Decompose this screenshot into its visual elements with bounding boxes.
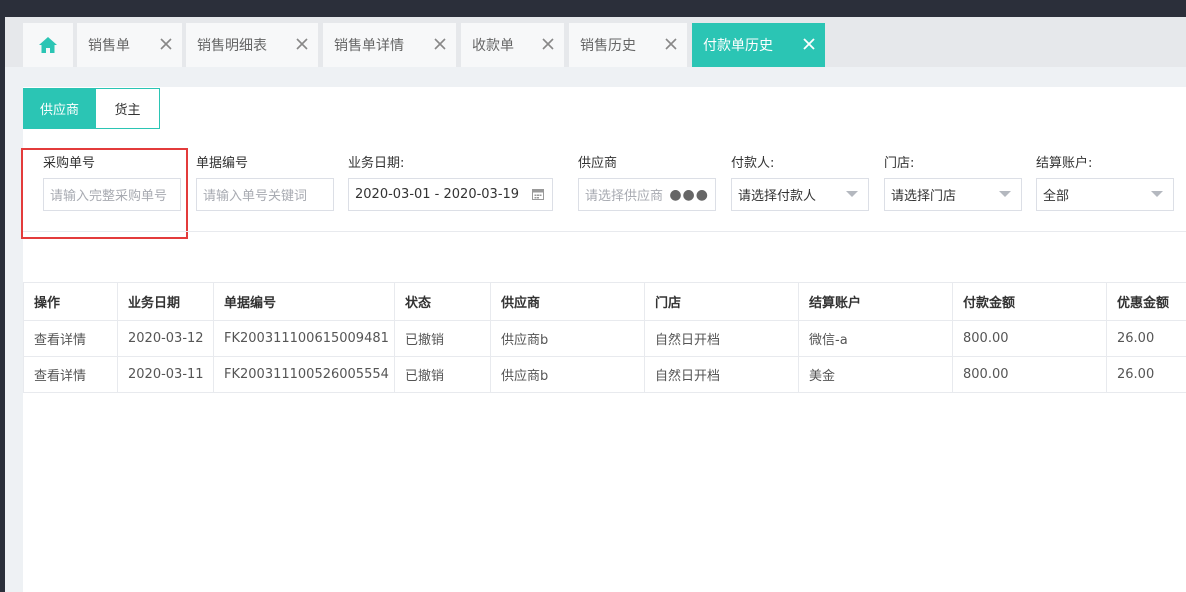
cell-pay-amount: 800.00 bbox=[952, 320, 1107, 357]
content-left-band bbox=[5, 87, 23, 592]
cell-store: 自然日开档 bbox=[644, 356, 799, 393]
more-icon[interactable]: ●●● bbox=[669, 187, 709, 203]
tab-label: 销售单详情 bbox=[334, 38, 404, 54]
tab-label: 销售历史 bbox=[580, 38, 636, 54]
col-account[interactable]: 结算账户 bbox=[798, 282, 953, 321]
col-action: 操作 bbox=[23, 282, 118, 321]
cell-discount: 26.00 bbox=[1106, 320, 1186, 357]
tab-sales-order-detail[interactable]: 销售单详情 bbox=[323, 23, 456, 67]
col-pay-amount[interactable]: 付款金额 bbox=[952, 282, 1107, 321]
tab-label: 付款单历史 bbox=[703, 38, 773, 54]
close-icon[interactable] bbox=[158, 36, 174, 52]
chevron-down-icon bbox=[1151, 191, 1163, 197]
tab-bar: 销售单 销售明细表 销售单详情 收款单 销售历史 付款单历史 bbox=[5, 17, 1186, 67]
col-biz-date[interactable]: 业务日期 bbox=[117, 282, 214, 321]
biz-date-value: 2020-03-01 - 2020-03-19 bbox=[355, 187, 520, 202]
segment-supplier[interactable]: 供应商 bbox=[23, 88, 96, 129]
close-icon[interactable] bbox=[294, 36, 310, 52]
view-detail-link[interactable]: 查看详情 bbox=[23, 356, 118, 393]
main-content: 供应商 货主 采购单号 单据编号 业务日期: 供应商 付款人: 门店: 结算账户… bbox=[5, 67, 1186, 592]
view-detail-link[interactable]: 查看详情 bbox=[23, 320, 118, 357]
tab-home[interactable] bbox=[23, 23, 73, 67]
tab-sales-order[interactable]: 销售单 bbox=[77, 23, 182, 67]
cell-discount: 26.00 bbox=[1106, 356, 1186, 393]
tab-label: 销售单 bbox=[88, 38, 130, 54]
cell-supplier: 供应商b bbox=[490, 320, 645, 357]
table-row: 查看详情 2020-03-12 FK200311100615009481 已撤销… bbox=[23, 320, 1186, 357]
purchase-no-input[interactable]: 请输入完整采购单号 bbox=[43, 178, 181, 211]
col-discount[interactable]: 优惠金额 bbox=[1106, 282, 1186, 321]
store-label: 门店: bbox=[884, 156, 915, 171]
cell-account: 微信-a bbox=[798, 320, 953, 357]
biz-date-label: 业务日期: bbox=[348, 156, 405, 171]
cell-doc-no: FK200311100526005554 bbox=[213, 356, 395, 393]
cell-biz-date: 2020-03-11 bbox=[117, 356, 214, 393]
payer-label: 付款人: bbox=[731, 156, 775, 171]
biz-date-range-input[interactable]: 2020-03-01 - 2020-03-19 bbox=[348, 178, 553, 211]
purchase-no-label: 采购单号 bbox=[43, 156, 96, 171]
chevron-down-icon bbox=[846, 191, 858, 197]
account-value: 全部 bbox=[1043, 189, 1070, 204]
doc-no-input[interactable]: 请输入单号关键词 bbox=[196, 178, 334, 211]
col-supplier[interactable]: 供应商 bbox=[490, 282, 645, 321]
account-label: 结算账户: bbox=[1036, 156, 1093, 171]
close-icon[interactable] bbox=[432, 36, 448, 52]
window-top-bar bbox=[0, 0, 1186, 17]
table-row: 查看详情 2020-03-11 FK200311100526005554 已撤销… bbox=[23, 356, 1186, 393]
payer-select[interactable]: 请选择付款人 bbox=[731, 178, 869, 211]
segment-owner[interactable]: 货主 bbox=[96, 88, 160, 129]
tab-sales-history[interactable]: 销售历史 bbox=[569, 23, 687, 67]
cell-supplier: 供应商b bbox=[490, 356, 645, 393]
tab-payment-history[interactable]: 付款单历史 bbox=[692, 23, 825, 67]
doc-no-label: 单据编号 bbox=[196, 156, 249, 171]
col-doc-no[interactable]: 单据编号 bbox=[213, 282, 395, 321]
cell-status: 已撤销 bbox=[394, 356, 491, 393]
tab-sales-detail-report[interactable]: 销售明细表 bbox=[186, 23, 318, 67]
home-icon bbox=[39, 37, 57, 53]
tab-label: 销售明细表 bbox=[197, 38, 267, 54]
close-icon[interactable] bbox=[801, 36, 817, 52]
cell-account: 美金 bbox=[798, 356, 953, 393]
payment-history-table: 操作 业务日期 单据编号 状态 供应商 门店 结算账户 付款金额 优惠金额 查看… bbox=[23, 282, 1186, 393]
col-status[interactable]: 状态 bbox=[394, 282, 491, 321]
filter-divider bbox=[23, 231, 1186, 232]
chevron-down-icon bbox=[999, 191, 1011, 197]
close-icon[interactable] bbox=[663, 36, 679, 52]
col-store[interactable]: 门店 bbox=[644, 282, 799, 321]
cell-pay-amount: 800.00 bbox=[952, 356, 1107, 393]
supplier-select[interactable]: 请选择供应商 ●●● bbox=[578, 178, 716, 211]
cell-biz-date: 2020-03-12 bbox=[117, 320, 214, 357]
account-select[interactable]: 全部 bbox=[1036, 178, 1174, 211]
calendar-icon bbox=[532, 189, 544, 200]
tab-receipt[interactable]: 收款单 bbox=[461, 23, 564, 67]
cell-store: 自然日开档 bbox=[644, 320, 799, 357]
cell-status: 已撤销 bbox=[394, 320, 491, 357]
supplier-label: 供应商 bbox=[578, 156, 618, 171]
cell-doc-no: FK200311100615009481 bbox=[213, 320, 395, 357]
store-value: 请选择门店 bbox=[891, 189, 957, 204]
supplier-placeholder: 请选择供应商 bbox=[585, 189, 664, 204]
payer-value: 请选择付款人 bbox=[738, 189, 817, 204]
store-select[interactable]: 请选择门店 bbox=[884, 178, 1022, 211]
content-top-band bbox=[5, 67, 1186, 87]
tab-label: 收款单 bbox=[472, 38, 514, 54]
table-header-row: 操作 业务日期 单据编号 状态 供应商 门店 结算账户 付款金额 优惠金额 bbox=[23, 282, 1186, 321]
close-icon[interactable] bbox=[540, 36, 556, 52]
